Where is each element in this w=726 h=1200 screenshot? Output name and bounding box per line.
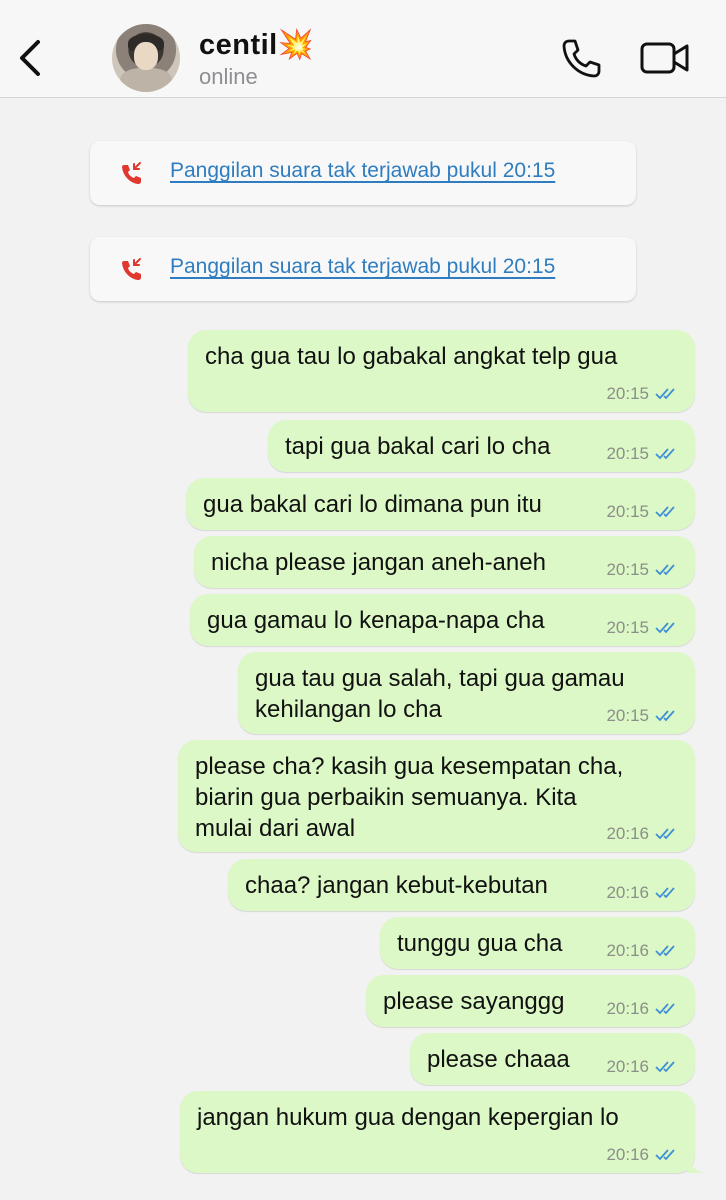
outgoing-message-bubble[interactable]: chaa? jangan kebut-kebutan 20:16: [228, 859, 695, 911]
read-receipt-icon: [655, 1149, 675, 1161]
read-receipt-icon: [655, 388, 675, 400]
read-receipt-icon: [655, 622, 675, 634]
read-receipt-icon: [655, 1003, 675, 1015]
message-text: please chaaa: [427, 1046, 570, 1073]
read-receipt-icon: [655, 945, 675, 957]
read-receipt-icon: [655, 1061, 675, 1073]
chat-header: centil💥 online: [0, 0, 726, 98]
message-text: please sayanggg: [383, 988, 565, 1015]
message-time: 20:16: [606, 1057, 649, 1076]
outgoing-message-bubble[interactable]: gua tau gua salah, tapi gua gamau kehila…: [238, 652, 695, 734]
outgoing-message-bubble[interactable]: cha gua tau lo gabakal angkat telp gua 2…: [188, 330, 695, 412]
message-time: 20:15: [606, 444, 649, 463]
message-text: tapi gua bakal cari lo cha: [285, 433, 551, 460]
read-receipt-icon: [655, 887, 675, 899]
message-time: 20:16: [606, 824, 649, 843]
outgoing-message-bubble[interactable]: please sayanggg 20:16: [366, 975, 695, 1027]
outgoing-message-bubble[interactable]: tunggu gua cha 20:16: [380, 917, 695, 969]
message-text: gua gamau lo kenapa-napa cha: [207, 607, 545, 634]
back-chevron-icon[interactable]: [14, 36, 48, 80]
message-time: 20:16: [606, 941, 649, 960]
message-text: cha gua tau lo gabakal angkat telp gua: [205, 343, 618, 370]
message-text: tunggu gua cha: [397, 930, 563, 957]
outgoing-message-bubble[interactable]: jangan hukum gua dengan kepergian lo 20:…: [180, 1091, 705, 1173]
missed-call-icon: [122, 258, 141, 280]
contact-name[interactable]: centil💥: [199, 28, 314, 62]
read-receipt-icon: [655, 564, 675, 576]
phone-call-icon[interactable]: [560, 37, 602, 79]
video-call-icon[interactable]: [640, 41, 690, 75]
message-text: gua tau gua salah, tapi gua gamau kehila…: [255, 665, 625, 723]
message-text: please cha? kasih gua kesempatan cha, bi…: [195, 753, 624, 842]
missed-call-notice[interactable]: Panggilan suara tak terjawab pukul 20:15: [90, 141, 636, 205]
read-receipt-icon: [655, 828, 675, 840]
outgoing-message-bubble[interactable]: please cha? kasih gua kesempatan cha, bi…: [178, 740, 695, 852]
message-time: 20:16: [606, 883, 649, 902]
missed-call-text[interactable]: Panggilan suara tak terjawab pukul 20:15: [170, 159, 555, 183]
outgoing-message-bubble[interactable]: tapi gua bakal cari lo cha 20:15: [268, 420, 695, 472]
missed-call-notice[interactable]: Panggilan suara tak terjawab pukul 20:15: [90, 237, 636, 301]
outgoing-message-bubble[interactable]: gua bakal cari lo dimana pun itu 20:15: [186, 478, 695, 530]
message-time: 20:16: [606, 999, 649, 1018]
message-text: nicha please jangan aneh-aneh: [211, 549, 546, 576]
read-receipt-icon: [655, 710, 675, 722]
outgoing-message-bubble[interactable]: please chaaa 20:16: [410, 1033, 695, 1085]
message-time: 20:15: [606, 706, 649, 725]
read-receipt-icon: [655, 448, 675, 460]
outgoing-message-bubble[interactable]: nicha please jangan aneh-aneh 20:15: [194, 536, 695, 588]
missed-call-icon: [122, 162, 141, 184]
contact-status: online: [199, 64, 258, 89]
bubble-tail: [687, 1155, 705, 1173]
missed-call-text[interactable]: Panggilan suara tak terjawab pukul 20:15: [170, 255, 555, 279]
message-time: 20:15: [606, 618, 649, 637]
message-time: 20:16: [606, 1145, 649, 1164]
message-time: 20:15: [606, 384, 649, 403]
message-text: gua bakal cari lo dimana pun itu: [203, 491, 542, 518]
message-text: chaa? jangan kebut-kebutan: [245, 872, 548, 899]
contact-avatar[interactable]: [112, 24, 180, 92]
read-receipt-icon: [655, 506, 675, 518]
message-time: 20:15: [606, 560, 649, 579]
message-time: 20:15: [606, 502, 649, 521]
message-text: jangan hukum gua dengan kepergian lo: [197, 1104, 619, 1131]
outgoing-message-bubble[interactable]: gua gamau lo kenapa-napa cha 20:15: [190, 594, 695, 646]
